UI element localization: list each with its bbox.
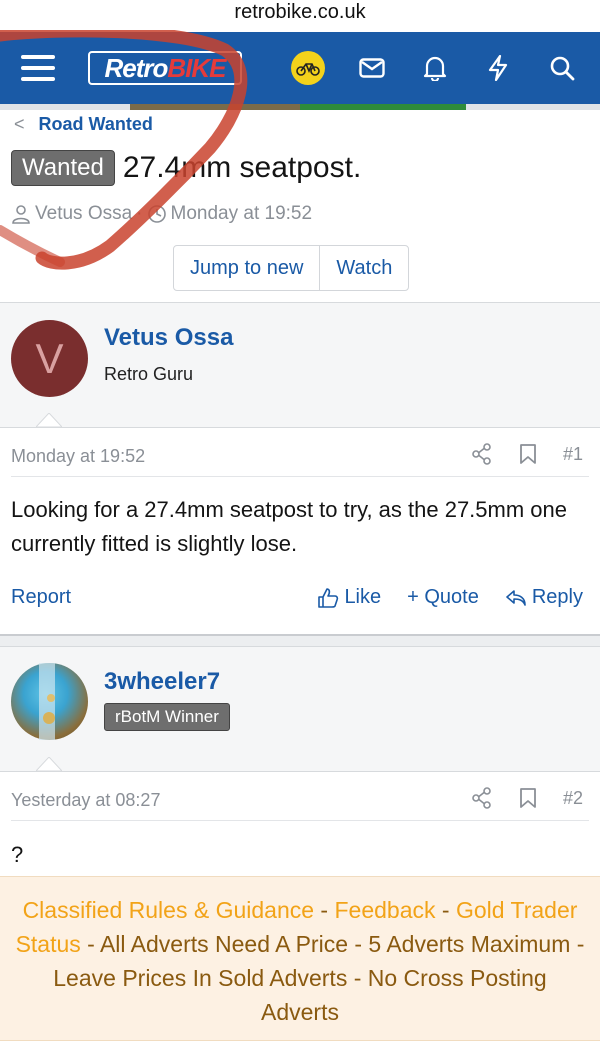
post-date[interactable]: Monday at 19:52 (11, 446, 145, 467)
avatar-photo (39, 663, 55, 740)
notch (36, 757, 62, 771)
post-user-header: V Vetus Ossa Retro Guru (0, 303, 600, 427)
post-username[interactable]: Vetus Ossa (104, 324, 233, 352)
browser-url-bar[interactable]: retrobike.co.uk (0, 0, 600, 32)
reply-button[interactable]: Reply (505, 586, 583, 609)
notice-text: - All Adverts Need A Price - 5 Adverts M… (53, 931, 585, 1025)
notice-separator: - (435, 897, 456, 923)
avatar[interactable] (11, 663, 88, 740)
post-meta: Yesterday at 08:27 #2 (11, 781, 589, 821)
notch (36, 413, 62, 427)
quote-button[interactable]: + Quote (407, 586, 479, 609)
post-username[interactable]: 3wheeler7 (104, 668, 220, 696)
post-user-title: Retro Guru (104, 364, 194, 384)
avatar[interactable]: V (11, 320, 88, 397)
share-icon[interactable] (471, 443, 493, 465)
bookmark-icon[interactable] (519, 787, 537, 809)
classifieds-notice: Classified Rules & Guidance - Feedback -… (0, 876, 600, 1041)
like-label: Like (344, 586, 382, 608)
bell-icon[interactable] (417, 50, 453, 86)
annotation-circle (0, 30, 248, 270)
report-button[interactable]: Report (11, 586, 71, 609)
bookmark-icon[interactable] (519, 443, 537, 465)
inbox-icon[interactable] (354, 50, 390, 86)
like-button[interactable]: Like (317, 586, 381, 609)
avatar-letter: V (35, 334, 64, 382)
reply-icon (506, 589, 526, 606)
post-user-header: 3wheeler7 rBotM Winner (0, 647, 600, 771)
lightning-icon[interactable] (480, 50, 516, 86)
user-banner-badge: rBotM Winner (104, 703, 230, 731)
post-meta: Monday at 19:52 #1 (11, 437, 589, 477)
share-icon[interactable] (471, 787, 493, 809)
post-date[interactable]: Yesterday at 08:27 (11, 790, 160, 811)
bike-badge-icon[interactable] (290, 50, 326, 86)
post-body: Looking for a 27.4mm seatpost to try, as… (11, 497, 567, 556)
search-icon[interactable] (544, 50, 580, 86)
post-body: ? (11, 842, 24, 867)
url-text: retrobike.co.uk (234, 1, 366, 23)
post-number[interactable]: #2 (563, 788, 583, 809)
classified-rules-link[interactable]: Classified Rules & Guidance (23, 897, 314, 923)
feedback-link[interactable]: Feedback (335, 897, 436, 923)
post-number[interactable]: #1 (563, 444, 583, 465)
watch-button[interactable]: Watch (319, 246, 408, 290)
notice-separator: - (314, 897, 335, 923)
thumbs-up-icon (318, 587, 339, 608)
reply-label: Reply (531, 586, 583, 608)
